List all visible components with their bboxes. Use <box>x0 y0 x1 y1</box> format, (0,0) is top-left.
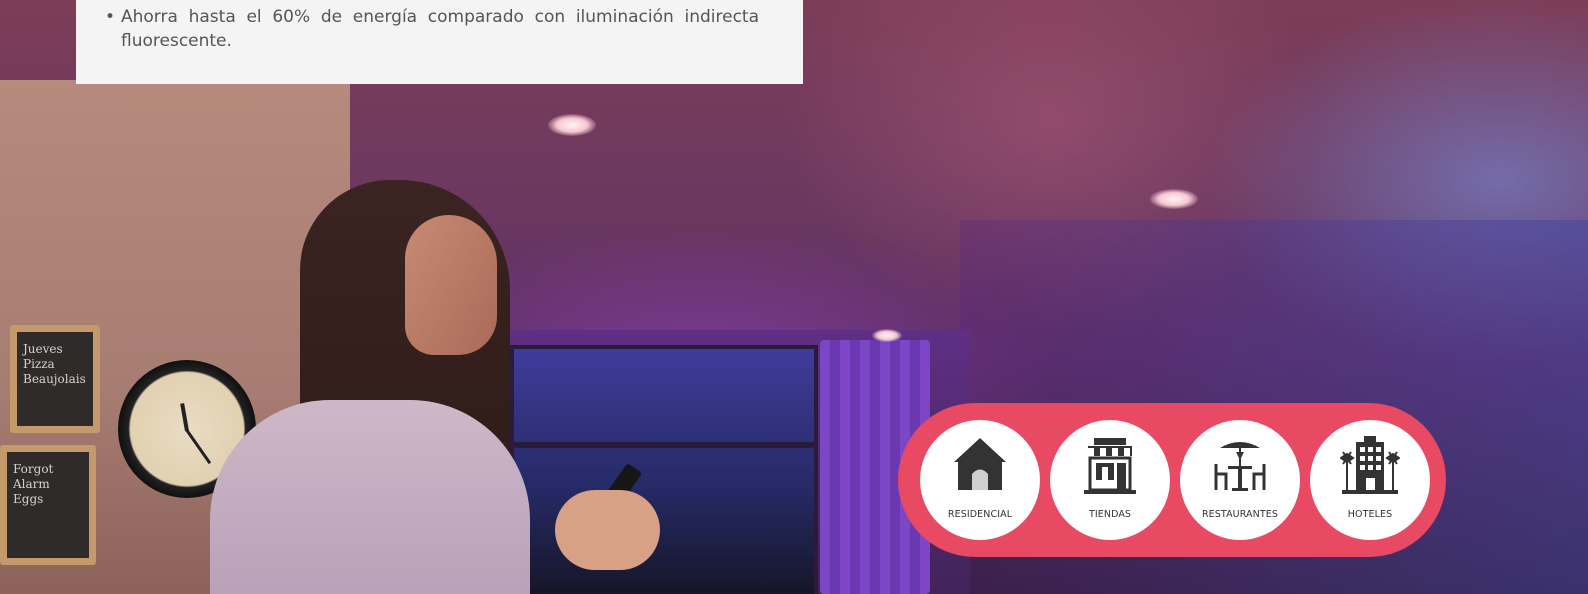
hotel-building-icon <box>1340 436 1400 494</box>
benefits-list: • Ahorra hasta el 60% de energía compara… <box>105 5 759 53</box>
category-label: RESIDENCIAL <box>947 509 1013 520</box>
category-residencial[interactable]: RESIDENCIAL <box>920 420 1040 540</box>
benefit-text: Ahorra hasta el 60% de energía comparado… <box>121 7 759 51</box>
benefit-item: • Ahorra hasta el 60% de energía compara… <box>105 5 759 53</box>
bullet-icon: • <box>105 7 116 27</box>
ceiling-light <box>548 114 596 136</box>
woman-sweater <box>210 400 530 594</box>
chalkboard: Jueves Pizza Beaujolais <box>10 325 100 433</box>
restaurant-table-icon <box>1214 442 1266 491</box>
ceiling-light <box>872 329 902 342</box>
woman-hands <box>555 490 660 570</box>
category-label: RESTAURANTES <box>1201 509 1278 520</box>
clock-hand <box>180 403 189 432</box>
woman-face <box>405 215 497 355</box>
category-hoteles[interactable]: HOTELES <box>1310 420 1430 540</box>
window-frame <box>510 442 818 448</box>
category-label: HOTELES <box>1347 509 1393 520</box>
category-label: TIENDAS <box>1088 509 1132 520</box>
category-restaurantes[interactable]: RESTAURANTES <box>1180 420 1300 540</box>
info-box: • Ahorra hasta el 60% de energía compara… <box>76 0 803 84</box>
chalkboard: Forgot Alarm Eggs <box>0 445 96 565</box>
clock-hand <box>185 429 212 465</box>
category-tiendas[interactable]: TIENDAS <box>1050 420 1170 540</box>
window <box>510 345 818 594</box>
category-bar: RESIDENCIAL TIENDAS RESTAURANTES HOTELES <box>898 403 1446 557</box>
storefront-icon <box>1084 438 1136 494</box>
house-icon <box>954 438 1006 490</box>
ceiling-light <box>1150 189 1198 209</box>
